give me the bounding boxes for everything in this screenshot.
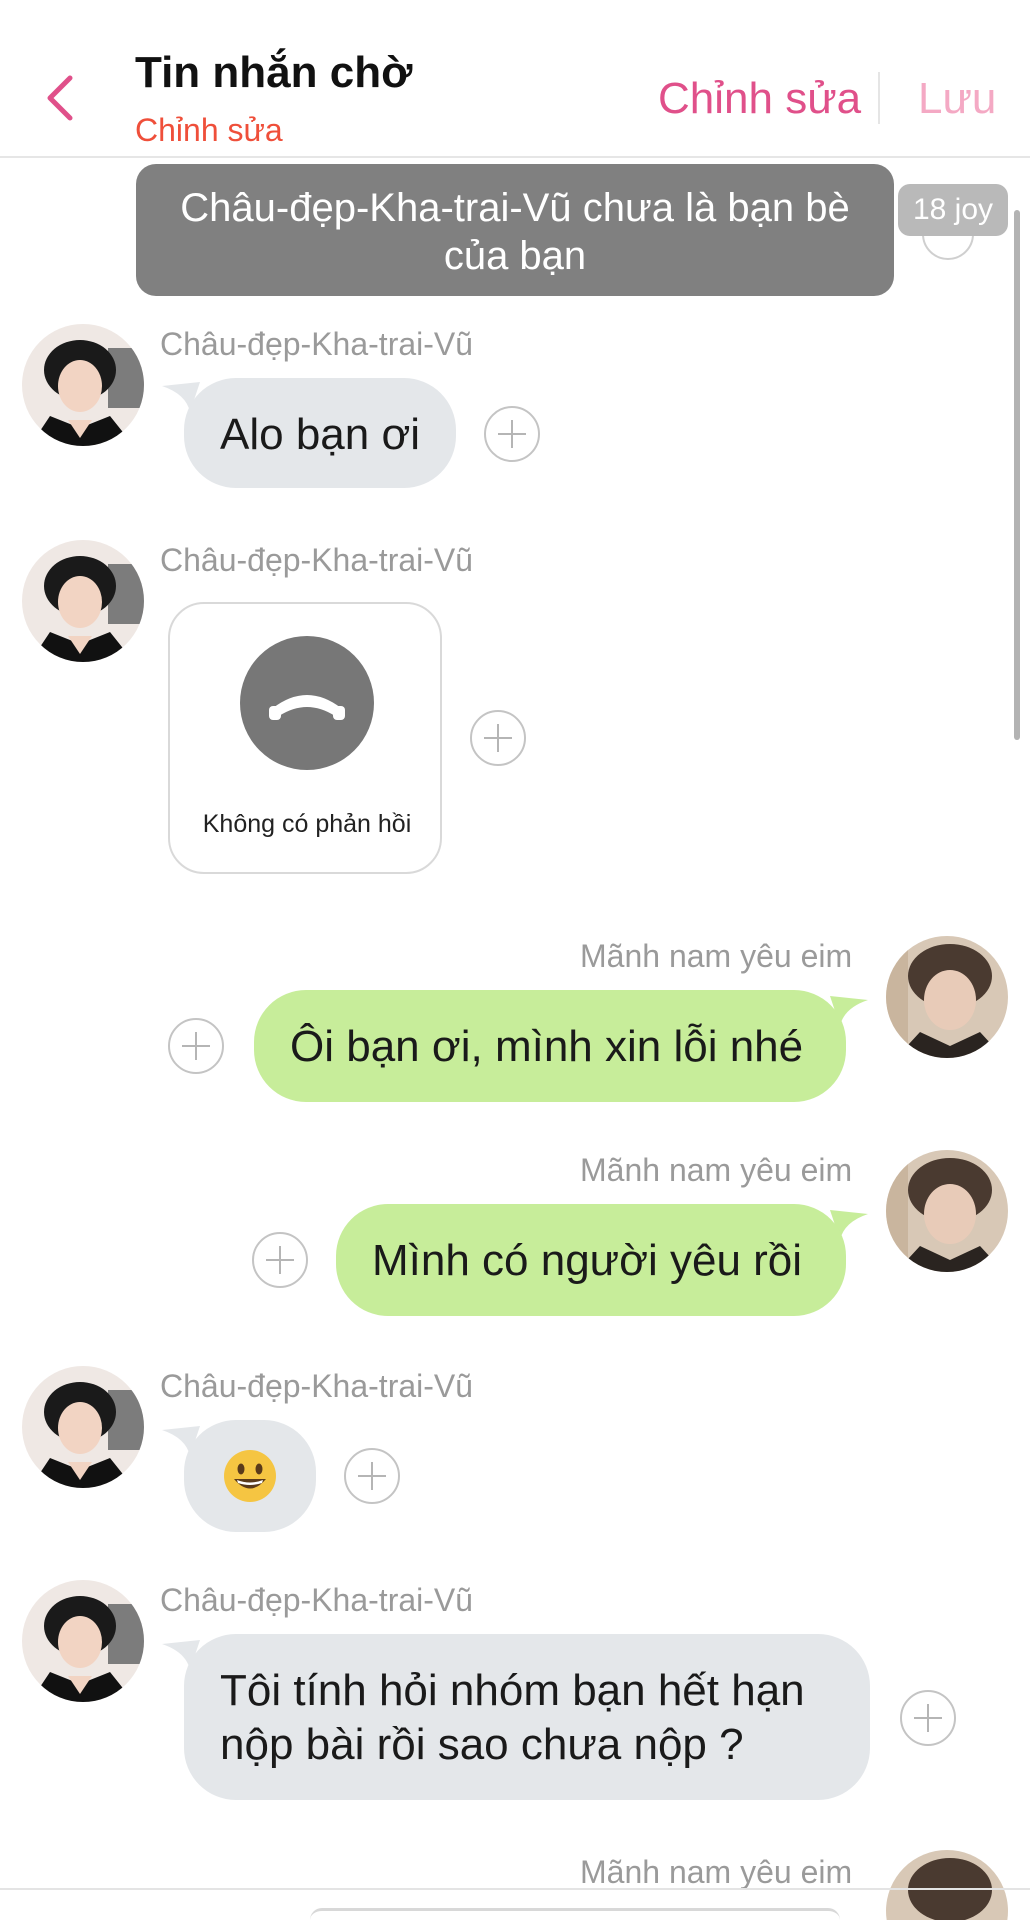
message-bubble[interactable]: [184, 1420, 316, 1532]
avatar-image: [886, 1850, 1008, 1920]
avatar-image: [22, 1366, 144, 1488]
scrollbar[interactable]: [1014, 210, 1020, 740]
sender-name: Mãnh nam yêu eim: [580, 1854, 853, 1890]
message-bubble[interactable]: Ôi bạn ơi, mình xin lỗi nhé: [254, 990, 846, 1102]
avatar[interactable]: [22, 324, 144, 446]
input-divider: [0, 1888, 1030, 1890]
back-button[interactable]: [40, 72, 80, 124]
avatar-image: [886, 936, 1008, 1058]
avatar[interactable]: [886, 1150, 1008, 1272]
add-reaction-button[interactable]: [470, 710, 526, 766]
chevron-left-icon: [47, 75, 73, 121]
sender-name: Châu-đẹp-Kha-trai-Vũ: [160, 1368, 474, 1404]
message-bubble[interactable]: Mình có người yêu rồi: [336, 1204, 846, 1316]
message-text: Ôi bạn ơi, mình xin lỗi nhé: [290, 1022, 804, 1071]
save-button[interactable]: Lưu: [918, 74, 996, 124]
avatar[interactable]: [886, 936, 1008, 1058]
avatar-image: [886, 1150, 1008, 1272]
missed-call-icon: [240, 636, 374, 770]
page-title: Tin nhắn chờ: [135, 48, 413, 97]
add-reaction-button[interactable]: [900, 1690, 956, 1746]
call-status-label: Không có phản hồi: [202, 810, 412, 838]
header: Tin nhắn chờ Chỉnh sửa Chỉnh sửa Lưu: [0, 0, 1030, 158]
grinning-face-icon: [224, 1450, 276, 1502]
call-card[interactable]: Không có phản hồi: [168, 602, 442, 874]
message-bubble[interactable]: Alo bạn ơi: [184, 378, 456, 488]
add-reaction-button[interactable]: [168, 1018, 224, 1074]
avatar[interactable]: [886, 1850, 1008, 1920]
message-text-line-1: Tôi tính hỏi nhóm bạn hết hạn: [220, 1666, 805, 1715]
message-text-line-2: nộp bài rồi sao chưa nộp ?: [220, 1720, 744, 1769]
edit-button[interactable]: Chỉnh sửa: [658, 74, 861, 124]
avatar-image: [22, 324, 144, 446]
status-badge: 18 joy: [898, 184, 1008, 236]
sender-name: Châu-đẹp-Kha-trai-Vũ: [160, 326, 474, 362]
message-bubble[interactable]: Tôi tính hỏi nhóm bạn hết hạn nộp bài rồ…: [184, 1634, 870, 1800]
input-bar[interactable]: [310, 1908, 840, 1920]
avatar[interactable]: [22, 1366, 144, 1488]
sender-name: Châu-đẹp-Kha-trai-Vũ: [160, 1582, 474, 1618]
message-text: Mình có người yêu rồi: [372, 1236, 803, 1285]
message-text: Alo bạn ơi: [220, 410, 421, 459]
sender-name: Mãnh nam yêu eim: [580, 938, 853, 974]
page-subtitle: Chỉnh sửa: [135, 112, 283, 148]
not-friends-notice: Châu-đẹp-Kha-trai-Vũ chưa là bạn bè của …: [136, 164, 894, 296]
avatar-image: [22, 540, 144, 662]
notice-line-1: Châu-đẹp-Kha-trai-Vũ chưa là bạn bè: [180, 186, 850, 230]
header-divider: [878, 72, 880, 124]
avatar-image: [22, 1580, 144, 1702]
notice-line-2: của bạn: [443, 234, 587, 278]
chat-screen: Tin nhắn chờ Chỉnh sửa Chỉnh sửa Lưu Châ…: [0, 0, 1030, 1920]
sender-name: Châu-đẹp-Kha-trai-Vũ: [160, 542, 474, 578]
sender-name: Mãnh nam yêu eim: [580, 1152, 853, 1188]
add-reaction-button[interactable]: [344, 1448, 400, 1504]
avatar[interactable]: [22, 1580, 144, 1702]
add-reaction-button[interactable]: [252, 1232, 308, 1288]
add-reaction-button[interactable]: [484, 406, 540, 462]
avatar[interactable]: [22, 540, 144, 662]
